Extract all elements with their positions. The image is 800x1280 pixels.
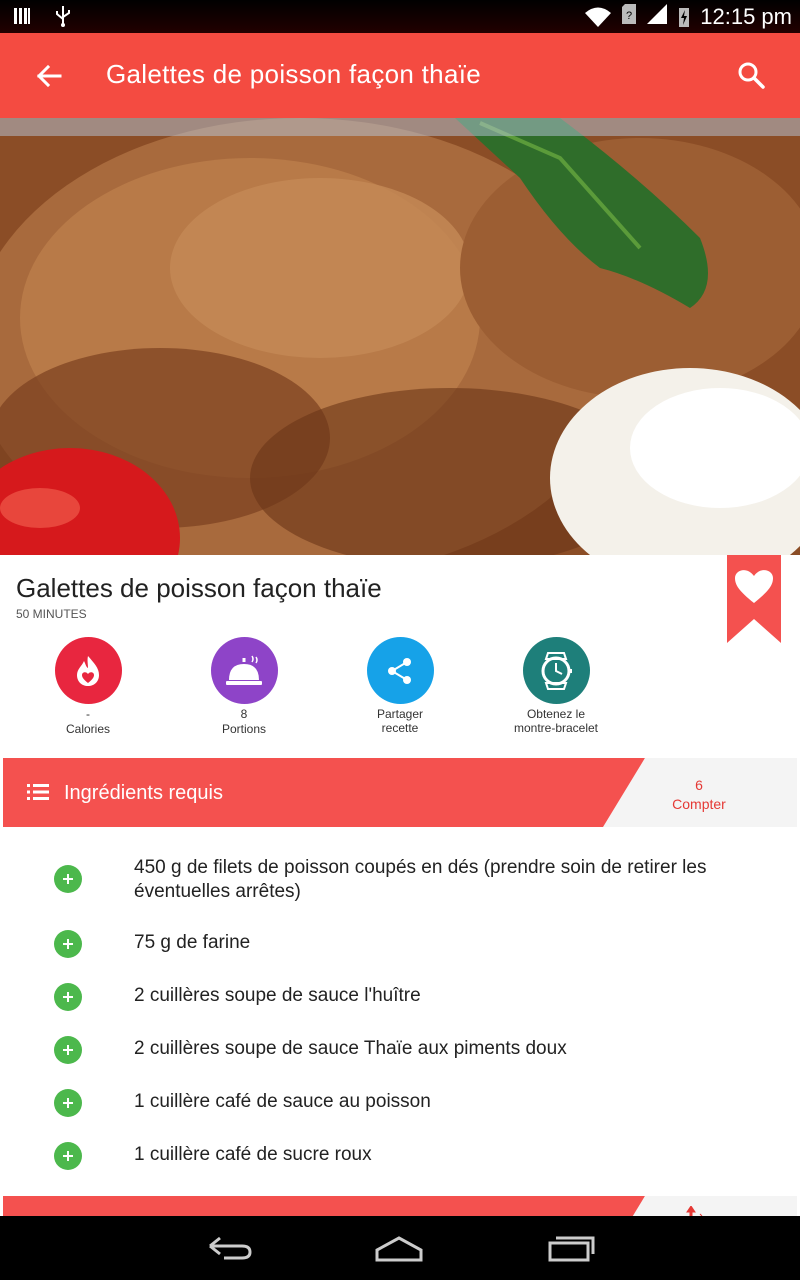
system-navigation-bar [0, 1216, 800, 1280]
share-recipe-button[interactable]: Partager recette [340, 637, 460, 735]
plus-icon [63, 1098, 73, 1108]
watch-circle [522, 637, 590, 704]
recipe-stats: - Calories 8 Portions Partager recette O… [3, 637, 797, 747]
sim2-badge: 2 [642, 0, 648, 2]
usb-icon [56, 6, 70, 27]
sim1-badge: 1 [620, 0, 626, 3]
search-icon[interactable] [736, 60, 766, 90]
add-ingredient-button[interactable] [54, 865, 82, 893]
sim1-signal: 1 ? [620, 0, 637, 29]
share-label-line1: Partager [376, 707, 424, 721]
no-sim-icon: ? [622, 4, 637, 24]
ingredients-count: 6 Compter [649, 776, 749, 814]
list-icon [27, 784, 49, 800]
ingredient-text: 1 cuillère café de sauce au poisson [134, 1091, 431, 1112]
ingredient-text: 450 g de filets de poisson coupés en dés… [134, 857, 707, 902]
ingredient-text: 2 cuillères soupe de sauce l'huître [134, 985, 421, 1006]
flame-icon [77, 655, 99, 686]
signal-icon [647, 4, 668, 24]
status-bar: 1 ? 2 12:15 pm [0, 0, 800, 33]
back-arrow-icon[interactable] [34, 61, 64, 91]
portions-stat[interactable]: 8 Portions [184, 637, 304, 738]
calories-label: Calories [65, 722, 110, 736]
calories-value: - [86, 707, 90, 721]
fish-cakes-illustration [0, 118, 800, 555]
plus-icon [63, 939, 73, 949]
recipe-duration: 50 MINUTES [16, 607, 87, 621]
add-ingredient-button[interactable] [54, 1089, 82, 1117]
back-nav-icon[interactable] [204, 1232, 254, 1264]
recipe-card: Galettes de poisson façon thaïe 50 MINUT… [3, 555, 797, 1216]
ingredients-count-value: 6 [695, 777, 703, 793]
sim2-signal: 2 [642, 0, 668, 30]
calories-circle [54, 637, 122, 704]
add-ingredient-button[interactable] [54, 1036, 82, 1064]
recipe-photo [0, 118, 800, 555]
plus-icon [63, 1045, 73, 1055]
plus-icon [63, 1151, 73, 1161]
ingredients-count-label: Compter [672, 796, 726, 812]
get-watch-button[interactable]: Obtenez le montre-bracelet [496, 637, 616, 735]
next-section-band [3, 1196, 645, 1216]
calories-stat[interactable]: - Calories [28, 637, 148, 738]
app-bar-title: Galettes de poisson façon thaïe [106, 59, 481, 89]
watch-icon [541, 651, 572, 690]
share-circle [366, 637, 434, 704]
watch-label-line1: Obtenez le [526, 707, 586, 721]
portions-label: Portions [221, 722, 267, 736]
recent-apps-nav-icon[interactable] [546, 1232, 596, 1264]
add-ingredient-button[interactable] [54, 1142, 82, 1170]
battery-charging-icon [679, 7, 690, 27]
wifi-icon [585, 7, 612, 27]
sd-card-icon [14, 8, 30, 24]
plus-icon [63, 874, 73, 884]
ingredient-text: 1 cuillère café de sucre roux [134, 1144, 372, 1165]
home-nav-icon[interactable] [374, 1232, 424, 1264]
favorite-bookmark-button[interactable] [727, 555, 781, 643]
ingredient-text: 75 g de farine [134, 932, 251, 953]
add-ingredient-button[interactable] [54, 930, 82, 958]
svg-text:?: ? [626, 10, 632, 22]
portions-value: 8 [240, 707, 248, 721]
share-label-line2: recette [381, 721, 419, 735]
watch-label-line2: montre-bracelet [513, 721, 599, 735]
share-icon [388, 657, 411, 684]
ingredient-text: 2 cuillères soupe de sauce Thaïe aux pim… [134, 1038, 567, 1059]
next-section-header [3, 1196, 797, 1216]
ingredients-header: Ingrédients requis 6 Compter [3, 758, 797, 827]
add-ingredient-button[interactable] [54, 983, 82, 1011]
cloche-icon [226, 655, 262, 685]
next-section-icon [686, 1206, 703, 1216]
recipe-title: Galettes de poisson façon thaïe [16, 573, 382, 603]
ingredients-header-label: Ingrédients requis [64, 782, 223, 804]
app-bar: Galettes de poisson façon thaïe [0, 33, 800, 118]
status-time: 12:15 pm [700, 3, 792, 29]
plus-icon [63, 992, 73, 1002]
portions-circle [210, 637, 278, 704]
